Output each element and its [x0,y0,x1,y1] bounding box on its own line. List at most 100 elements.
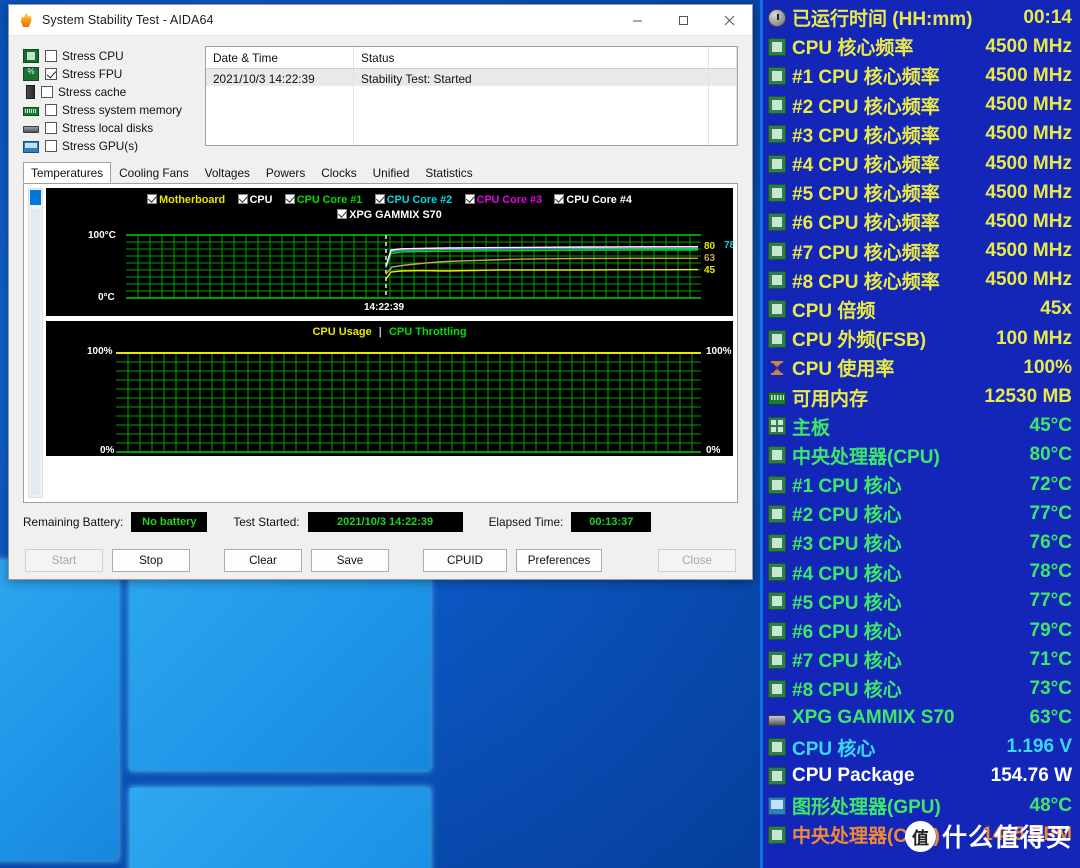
cpu-icon [768,329,786,348]
table-row[interactable]: 2021/10/3 14:22:39 Stability Test: Start… [206,69,737,86]
close-dialog-button[interactable]: Close [658,548,736,572]
stress-cpu-checkbox[interactable] [45,49,57,62]
window-title: System Stability Test - AIDA64 [42,13,214,27]
hourglass-icon [768,359,786,377]
osd-sensor-row: #6 CPU 核心 79°C [768,616,1074,645]
osd-sensor-row: #2 CPU 核心频率 4500 MHz [768,91,1074,120]
stress-cache-checkbox[interactable] [41,85,53,98]
window-titlebar[interactable]: System Stability Test - AIDA64 [9,5,752,36]
cpu-usage-chart: CPU Usage | CPU Throttling 100% 0% 100% … [46,321,733,456]
stress-options-list: Stress CPU Stress FPU Stress cache Stres… [23,46,195,154]
osd-sensor-row: CPU 使用率 100% [768,353,1074,382]
osd-sensor-name: 已运行时间 (HH:mm) [792,9,973,31]
aida64-osd-panel: 已运行时间 (HH:mm) 00:14 CPU 核心频率 4500 MHz #1 CPU… [760,0,1080,868]
osd-sensor-row: CPU 核心频率 4500 MHz [768,32,1074,61]
osd-sensor-value: 4500 MHz [985,181,1072,203]
stress-option-cache[interactable]: Stress cache [23,84,195,99]
osd-sensor-row: #4 CPU 核心 78°C [768,558,1074,587]
close-button[interactable] [706,5,752,36]
table-row[interactable] [206,86,737,101]
tab-temperatures[interactable]: Temperatures [23,162,112,183]
table-row[interactable] [206,100,737,116]
stress-fpu-checkbox[interactable] [45,67,57,80]
stress-option-cpu[interactable]: Stress CPU [23,48,195,63]
temp-right-value-2: 63 [704,253,716,264]
osd-sensor-name: 主板 [792,417,831,439]
cpu-icon [768,96,786,115]
osd-sensor-row: 中央处理器(CPU) 1465 RPM [768,820,1074,849]
cpu-icon [768,679,786,698]
stress-option-fpu[interactable]: Stress FPU [23,66,195,81]
preferences-button[interactable]: Preferences [516,548,602,572]
osd-sensor-value: 4500 MHz [985,210,1072,232]
cpu-icon [768,154,786,173]
osd-sensor-row: 已运行时间 (HH:mm) 00:14 [768,3,1074,32]
stress-option-memory[interactable]: Stress system memory [23,103,195,118]
stress-option-disks[interactable]: Stress local disks [23,121,195,136]
stress-disks-checkbox[interactable] [45,122,57,135]
osd-sensor-name: CPU 外频(FSB) [792,330,927,352]
tab-unified[interactable]: Unified [365,162,418,183]
clear-button[interactable]: Clear [224,548,302,572]
cpu-icon [768,446,786,465]
osd-sensor-name: 可用内存 [792,388,869,410]
osd-sensor-name: #8 CPU 核心频率 [792,271,940,293]
log-table[interactable]: Date & Time Status 2021/10/3 14:22:39 St… [205,46,738,146]
cell-extra [709,69,737,86]
stress-memory-checkbox[interactable] [45,104,57,117]
stop-button[interactable]: Stop [112,548,190,572]
osd-sensor-row: #1 CPU 核心 72°C [768,470,1074,499]
osd-sensor-row: 图形处理器(GPU) 48°C [768,791,1074,820]
cpu-icon [768,66,786,85]
osd-sensor-value: 1465 RPM [982,823,1072,845]
tab-cooling-fans[interactable]: Cooling Fans [111,162,197,183]
stress-option-label: Stress system memory [62,103,182,118]
stress-gpu-checkbox[interactable] [45,140,57,153]
battery-label: Remaining Battery: [23,515,124,529]
charts-scrollbar[interactable] [28,188,43,498]
osd-sensor-value: 77°C [1029,502,1072,524]
tab-clocks[interactable]: Clocks [313,162,364,183]
osd-sensor-name: #3 CPU 核心 [792,534,902,556]
osd-sensor-name: #6 CPU 核心频率 [792,213,940,235]
table-row[interactable] [206,130,737,145]
start-button[interactable]: Start [25,548,103,572]
window-client-area: Stress CPU Stress FPU Stress cache Stres… [9,36,752,579]
minimize-button[interactable] [614,5,660,36]
save-button[interactable]: Save [311,548,389,572]
osd-sensor-row: #6 CPU 核心频率 4500 MHz [768,207,1074,236]
osd-sensor-value: 4500 MHz [985,152,1072,174]
osd-sensor-value: 77°C [1029,590,1072,612]
osd-sensor-value: 100% [1023,356,1072,378]
osd-sensor-name: #1 CPU 核心频率 [792,67,940,89]
stress-option-gpu[interactable]: Stress GPU(s) [23,139,195,154]
osd-sensor-value: 4500 MHz [985,240,1072,262]
temperatures-chart: Motherboard CPU CPU Core #1 CPU Core #2 [46,188,733,316]
tab-powers[interactable]: Powers [258,162,313,183]
elapsed-time-value: 00:13:37 [571,512,652,532]
osd-sensor-name: #5 CPU 核心频率 [792,184,940,206]
osd-sensor-value: 48°C [1029,794,1072,816]
osd-sensor-row: CPU 倍频 45x [768,295,1074,324]
clock-icon [768,8,786,27]
osd-sensor-row: XPG GAMMIX S70 63°C [768,704,1074,733]
osd-sensor-row: #8 CPU 核心频率 4500 MHz [768,266,1074,295]
osd-sensor-name: #1 CPU 核心 [792,476,902,498]
button-bar: Start Stop Clear Save CPUID Preferences … [9,541,752,579]
tab-statistics[interactable]: Statistics [417,162,480,183]
osd-sensor-value: 12530 MB [984,386,1072,408]
cpuid-button[interactable]: CPUID [423,548,507,572]
memory-icon [23,106,39,116]
osd-sensor-name: #5 CPU 核心 [792,592,902,614]
maximize-button[interactable] [660,5,706,36]
osd-sensor-name: #4 CPU 核心频率 [792,155,940,177]
scrollbar-thumb[interactable] [30,190,41,205]
tab-voltages[interactable]: Voltages [197,162,258,183]
osd-sensor-row: 中央处理器(CPU) 80°C [768,441,1074,470]
cpu-icon [768,825,786,844]
osd-sensor-value: 72°C [1029,473,1072,495]
osd-sensor-row: #5 CPU 核心频率 4500 MHz [768,178,1074,207]
cpu-icon [768,271,786,290]
table-row[interactable] [206,115,737,131]
scrollbar-track[interactable] [31,209,40,495]
